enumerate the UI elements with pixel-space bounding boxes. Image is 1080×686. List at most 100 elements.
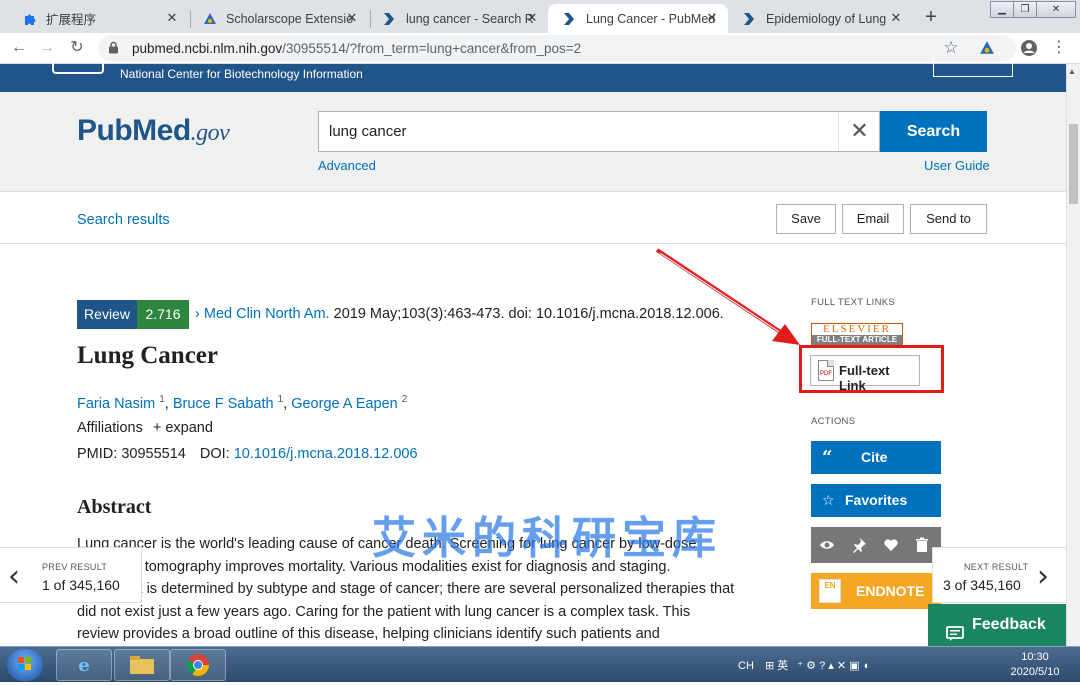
trash-icon[interactable] xyxy=(915,534,929,558)
pmid-value: 30955514 xyxy=(121,446,186,462)
ncbi-title[interactable]: National Center for Biotechnology Inform… xyxy=(120,67,363,81)
expand-affiliations-toggle[interactable]: + expand xyxy=(153,420,213,436)
pubmed-tab-icon xyxy=(382,11,398,27)
save-button[interactable]: Save xyxy=(776,204,836,234)
endnote-button[interactable]: EN ENDNOTE xyxy=(811,573,941,609)
browser-tab-extensions[interactable]: 扩展程序 ✕ xyxy=(8,4,188,33)
scholarscope-extension-icon[interactable] xyxy=(976,37,998,59)
close-icon[interactable]: ✕ xyxy=(704,10,720,26)
windows-taskbar: e CH ⊞ 英 ⁺ ⚙ ? ▴ ✕ ▣ ◖ 10:30 2020/5/10 xyxy=(0,646,1080,682)
chevron-right-icon: › xyxy=(1037,559,1049,594)
affiliations-row: Affiliations + expand xyxy=(77,420,213,436)
reload-icon[interactable]: ↻ xyxy=(66,37,88,59)
ime-icon: ⊞ xyxy=(764,660,775,672)
pin-icon[interactable] xyxy=(851,534,867,558)
next-result-button[interactable]: NEXT RESULT 3 of 345,160 › xyxy=(932,547,1066,603)
pubmed-tab-icon xyxy=(562,11,578,27)
address-bar[interactable]: pubmed.ncbi.nlm.nih.gov/30955514/?from_t… xyxy=(98,35,1016,62)
impact-factor-badge: 2.716 xyxy=(137,300,189,329)
browser-tab-scholarscope[interactable]: Scholarscope Extensio ✕ xyxy=(188,4,368,33)
vertical-scrollbar[interactable]: ▲ xyxy=(1066,64,1080,646)
close-icon[interactable]: ✕ xyxy=(344,10,360,26)
star-icon: ☆ xyxy=(822,492,835,508)
actions-heading: ACTIONS xyxy=(811,416,856,427)
full-text-links-heading: FULL TEXT LINKS xyxy=(811,297,896,308)
search-section: PubMed.gov ✕ Search Advanced User Guide xyxy=(0,92,1066,192)
quote-icon: “ xyxy=(822,447,833,468)
browser-tab-search-results[interactable]: lung cancer - Search R ✕ xyxy=(368,4,548,33)
scholarscope-icon xyxy=(202,11,218,27)
author-list: Faria Nasim 1, Bruce F Sabath 1, George … xyxy=(77,394,408,412)
forward-arrow-icon[interactable]: → xyxy=(36,37,58,59)
chrome-icon[interactable] xyxy=(170,649,226,681)
star-bookmark-icon[interactable]: ☆ xyxy=(940,37,962,59)
journal-link[interactable]: Med Clin North Am. xyxy=(204,306,330,322)
elsevier-full-text-link[interactable]: ELSEVIER FULL-TEXT ARTICLE xyxy=(811,323,903,345)
affiliation-ref[interactable]: 2 xyxy=(402,394,408,405)
citation-line: › Med Clin North Am. 2019 May;103(3):463… xyxy=(195,306,724,322)
favorites-button[interactable]: ☆ Favorites xyxy=(811,484,941,517)
scholarscope-action-bar xyxy=(811,527,941,563)
pubmed-logo[interactable]: PubMed.gov xyxy=(77,114,230,148)
browser-tab-article-active[interactable]: Lung Cancer - PubMed ✕ xyxy=(548,4,728,33)
close-icon[interactable]: ✕ xyxy=(888,10,904,26)
close-icon[interactable]: ✕ xyxy=(524,10,540,26)
internet-explorer-icon[interactable]: e xyxy=(56,649,112,681)
taskbar-clock[interactable]: 10:30 2020/5/10 xyxy=(1000,650,1070,680)
browser-tab-epidemiology[interactable]: Epidemiology of Lung ✕ xyxy=(728,4,912,33)
browser-tab-strip: 扩展程序 ✕ Scholarscope Extensio ✕ lung canc… xyxy=(0,0,1080,33)
windows-start-icon[interactable] xyxy=(7,649,43,681)
author-link[interactable]: Bruce F Sabath xyxy=(173,396,274,412)
watermark-text: 艾米的科研宝库 xyxy=(372,514,722,563)
feedback-button[interactable]: Feedback xyxy=(928,604,1066,646)
endnote-icon: EN xyxy=(819,579,841,603)
author-link[interactable]: Faria Nasim xyxy=(77,396,155,412)
window-close-button[interactable]: ✕ xyxy=(1036,1,1076,18)
minimize-button[interactable]: ▁ xyxy=(990,1,1014,18)
login-button[interactable] xyxy=(933,58,1013,77)
clear-search-icon[interactable]: ✕ xyxy=(838,112,880,151)
identifiers-row: PMID: 30955514 DOI: 10.1016/j.mcna.2018.… xyxy=(77,446,418,462)
eye-icon[interactable] xyxy=(819,534,835,558)
plus-icon: + xyxy=(152,420,162,436)
user-guide-link[interactable]: User Guide xyxy=(924,158,990,173)
url-text: pubmed.ncbi.nlm.nih.gov/30955514/?from_t… xyxy=(132,41,582,56)
scroll-thumb[interactable] xyxy=(1069,124,1078,204)
affiliations-label: Affiliations xyxy=(77,420,143,436)
account-icon[interactable] xyxy=(1018,37,1040,59)
author-link[interactable]: George A Eapen xyxy=(291,396,397,412)
back-arrow-icon[interactable]: ← xyxy=(8,37,30,59)
article-title: Lung Cancer xyxy=(77,342,218,369)
search-field[interactable] xyxy=(318,111,880,152)
ncbi-logo[interactable] xyxy=(52,58,104,74)
system-tray[interactable]: CH ⊞ 英 ⁺ ⚙ ? ▴ ✕ ▣ ◖ xyxy=(738,657,869,673)
doi-link[interactable]: 10.1016/j.mcna.2018.12.006 xyxy=(234,446,418,462)
chevron-right-icon: › xyxy=(195,306,200,322)
close-icon[interactable]: ✕ xyxy=(164,10,180,26)
citation-details: 2019 May;103(3):463-473. doi: 10.1016/j.… xyxy=(333,306,724,322)
ncbi-header: National Center for Biotechnology Inform… xyxy=(0,58,1066,92)
abstract-heading: Abstract xyxy=(77,496,152,518)
heart-icon[interactable] xyxy=(883,534,899,558)
browser-toolbar: ← → ↻ pubmed.ncbi.nlm.nih.gov/30955514/?… xyxy=(0,33,1080,64)
pubmed-tab-icon xyxy=(742,11,758,27)
search-results-link[interactable]: Search results xyxy=(77,212,170,228)
lock-icon xyxy=(108,41,119,59)
puzzle-icon xyxy=(22,11,38,27)
cite-button[interactable]: “ Cite xyxy=(811,441,941,474)
menu-kebab-icon[interactable]: ⋮ xyxy=(1048,37,1070,59)
results-toolbar: Search results Save Email Send to xyxy=(0,192,1066,244)
search-button[interactable]: Search xyxy=(880,111,987,152)
article-type-badge: Review xyxy=(77,300,137,329)
maximize-button[interactable]: ❐ xyxy=(1013,1,1037,18)
search-input[interactable] xyxy=(329,123,829,140)
new-tab-button[interactable]: + xyxy=(920,6,942,29)
advanced-search-link[interactable]: Advanced xyxy=(318,158,376,173)
send-to-button[interactable]: Send to xyxy=(910,204,987,234)
file-explorer-icon[interactable] xyxy=(114,649,170,681)
prev-result-button[interactable]: ‹ PREV RESULT 1 of 345,160 xyxy=(0,547,142,603)
annotation-highlight-box xyxy=(799,345,944,393)
tray-icons: ⁺ ⚙ ? ▴ ✕ ▣ ◖ xyxy=(797,660,870,672)
email-button[interactable]: Email xyxy=(842,204,904,234)
scroll-up-icon[interactable]: ▲ xyxy=(1068,67,1076,76)
